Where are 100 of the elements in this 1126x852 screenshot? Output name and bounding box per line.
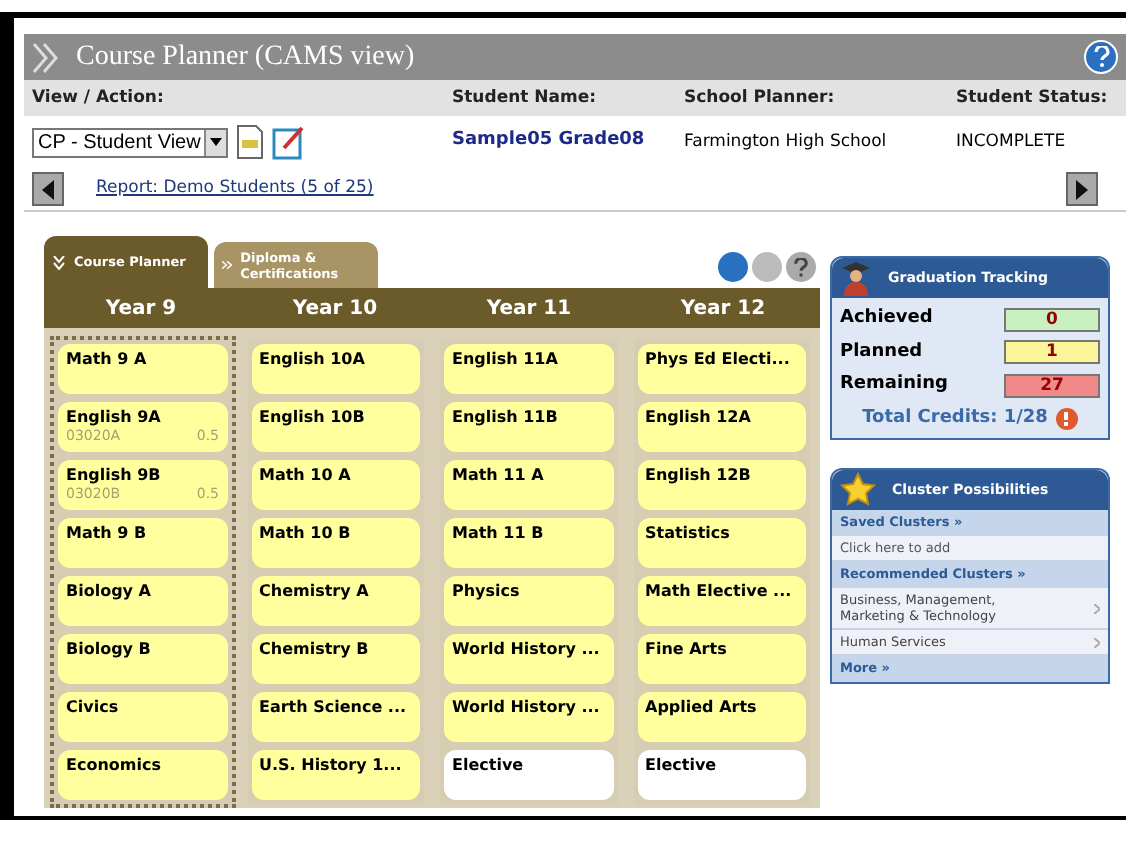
view-select[interactable]: CP - Student View [32, 127, 228, 157]
help-icon [1093, 46, 1109, 68]
course-card[interactable]: Earth Science ... [251, 692, 420, 742]
course-card[interactable]: World History ... [444, 634, 613, 684]
year-heading: Year 12 [678, 295, 768, 323]
help-icon[interactable] [786, 252, 816, 282]
credit-count: 0 [1004, 307, 1100, 332]
course-name: Math 10 A [259, 466, 353, 486]
course-card[interactable]: English 11A [444, 344, 613, 394]
previous-button[interactable] [32, 172, 64, 206]
course-name: Math 11 B [452, 524, 546, 544]
course-card[interactable]: U.S. History 1... [251, 750, 420, 800]
student-name[interactable]: Sample05 Grade08 [452, 128, 684, 156]
credit-label: Achieved [840, 306, 933, 332]
next-button[interactable] [1066, 172, 1098, 206]
course-name: English 10B [259, 408, 367, 428]
column-label: School Planner: [684, 85, 837, 111]
course-name: Applied Arts [645, 698, 759, 718]
left-triangle-icon [42, 179, 54, 199]
alert-icon [1055, 407, 1078, 430]
double-chevron-icon [32, 41, 60, 73]
total-credits: Total Credits: 1/28 [862, 405, 1048, 431]
course-name: English 9B [66, 466, 163, 486]
course-card[interactable]: Math 10 A [251, 460, 420, 510]
year-heading: Year 10 [290, 295, 380, 323]
course-name: Biology B [66, 640, 153, 660]
double-chevron-down-icon [52, 255, 66, 269]
course-name: Math 10 B [259, 524, 353, 544]
course-name: Chemistry B [259, 640, 371, 660]
edit-icon[interactable] [272, 124, 306, 160]
course-card[interactable]: Economics [58, 750, 227, 800]
course-card[interactable]: English 12A [637, 402, 806, 452]
course-name: Chemistry A [259, 582, 371, 602]
course-card[interactable]: World History ... [444, 692, 613, 742]
course-name: Math 9 A [66, 350, 149, 370]
course-name: Math Elective ... [645, 582, 794, 602]
column-label: Student Name: [452, 85, 599, 111]
graduate-icon [840, 260, 872, 296]
course-card[interactable]: English 11B [444, 402, 613, 452]
course-card[interactable]: Math 11 A [444, 460, 613, 510]
course-name: English 11A [452, 350, 560, 370]
chevron-icon [1094, 603, 1100, 613]
document-icon[interactable] [236, 124, 264, 160]
course-card[interactable]: Math 9 A [58, 344, 227, 394]
course-name: Statistics [645, 524, 732, 544]
year-heading: Year 9 [103, 295, 179, 323]
credit-count: 1 [1004, 340, 1100, 365]
course-card[interactable]: English 10A [251, 344, 420, 394]
report-link[interactable]: Report: Demo Students (5 of 25) [96, 176, 374, 202]
course-name: Earth Science ... [259, 698, 409, 718]
course-card[interactable]: Fine Arts [637, 634, 806, 684]
course-name: Math 9 B [66, 524, 149, 544]
course-card[interactable]: Civics [58, 692, 227, 742]
help-button[interactable] [1084, 40, 1118, 74]
course-card[interactable]: Chemistry B [251, 634, 420, 684]
course-card[interactable]: Math 9 B [58, 518, 227, 568]
course-name: World History ... [452, 698, 602, 718]
course-name: Civics [66, 698, 121, 718]
course-name: Biology A [66, 582, 153, 602]
year-heading: Year 11 [484, 295, 574, 323]
course-card[interactable]: Biology A [58, 576, 227, 626]
column-label: View / Action: [32, 85, 166, 111]
course-card[interactable]: Phys Ed Electi... [637, 344, 806, 394]
course-card[interactable]: Chemistry A [251, 576, 420, 626]
course-name: Elective [645, 756, 719, 776]
course-card[interactable]: Math 11 B [444, 518, 613, 568]
course-name: English 9A [66, 408, 163, 428]
course-name: Math 11 A [452, 466, 546, 486]
course-name: English 11B [452, 408, 560, 428]
course-card[interactable]: English 12B [637, 460, 806, 510]
right-triangle-icon [1076, 179, 1088, 199]
course-name: English 12A [645, 408, 753, 428]
course-name: U.S. History 1... [259, 756, 404, 776]
course-name: English 12B [645, 466, 753, 486]
course-card[interactable]: English 10B [251, 402, 420, 452]
course-card[interactable]: Elective [637, 750, 806, 800]
course-card[interactable]: Math Elective ... [637, 576, 806, 626]
school-name: Farmington High School [684, 129, 889, 155]
course-card[interactable]: Statistics [637, 518, 806, 568]
window-title: Course Planner (CAMS view) [76, 40, 415, 76]
credit-label: Planned [840, 339, 923, 365]
credit-label: Remaining [840, 372, 948, 398]
credit-count: 27 [1004, 373, 1100, 398]
course-name: Physics [452, 582, 522, 602]
chevron-icon [1094, 637, 1100, 647]
course-name: Elective [452, 756, 526, 776]
course-card[interactable]: Physics [444, 576, 613, 626]
course-card[interactable]: Biology B [58, 634, 227, 684]
course-card[interactable]: Math 10 B [251, 518, 420, 568]
double-chevron-right-icon [222, 258, 233, 272]
star-icon [840, 472, 876, 508]
course-card[interactable]: Elective [444, 750, 613, 800]
course-name: English 10A [259, 350, 367, 370]
course-name: World History ... [452, 640, 602, 660]
course-name: Phys Ed Electi... [645, 350, 792, 370]
course-card[interactable]: Applied Arts [637, 692, 806, 742]
student-status: INCOMPLETE [956, 129, 1068, 155]
course-name: Fine Arts [645, 640, 729, 660]
course-name: Economics [66, 756, 163, 776]
column-label: Student Status: [956, 85, 1110, 111]
